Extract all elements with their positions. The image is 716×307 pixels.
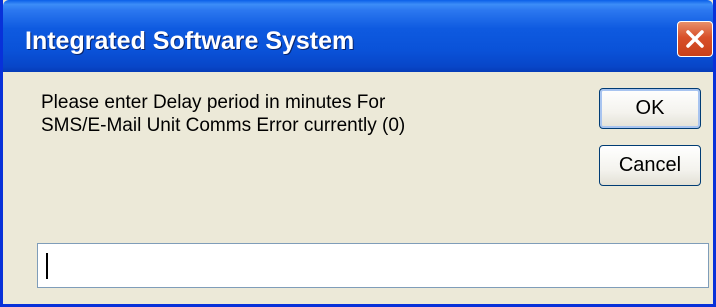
ok-button[interactable]: OK [599, 88, 701, 129]
text-caret [46, 253, 48, 279]
delay-input[interactable] [37, 243, 709, 288]
prompt-line-2: SMS/E-Mail Unit Comms Error currently (0… [41, 115, 406, 136]
window-title: Integrated Software System [25, 27, 355, 55]
prompt-message: Please enter Delay period in minutes For… [41, 91, 405, 137]
cancel-button[interactable]: Cancel [599, 145, 701, 186]
title-bar[interactable]: Integrated Software System [3, 0, 713, 72]
dialog-window: Integrated Software System Please enter … [0, 0, 716, 307]
prompt-line-1: Please enter Delay period in minutes For [41, 92, 386, 113]
close-icon [686, 30, 704, 48]
close-button[interactable] [677, 21, 713, 57]
